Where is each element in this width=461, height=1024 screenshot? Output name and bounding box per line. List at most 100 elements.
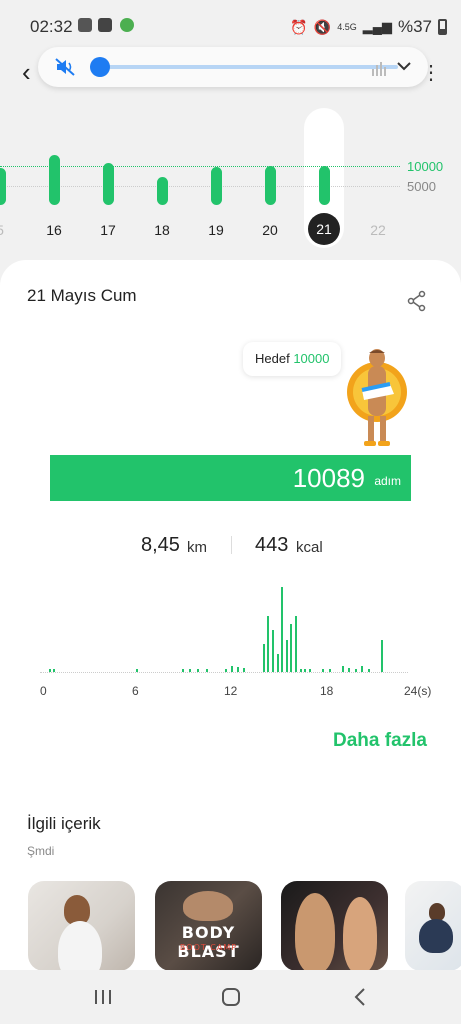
hour-axis-label: 0 bbox=[40, 684, 47, 698]
related-title: İlgili içerik bbox=[27, 814, 101, 833]
reference-line bbox=[0, 186, 400, 187]
chevron-down-icon[interactable] bbox=[396, 55, 414, 77]
kcal-unit: kcal bbox=[296, 539, 323, 556]
related-thumb-2[interactable]: BODY BLAST BOOT CAMP bbox=[155, 881, 262, 971]
hour-bar bbox=[304, 669, 307, 672]
hour-bar bbox=[360, 666, 363, 672]
steps-value: 10089 bbox=[292, 463, 365, 493]
status-time: 02:32 bbox=[30, 17, 73, 36]
mascot-illustration bbox=[347, 349, 407, 446]
hour-bar bbox=[271, 630, 274, 672]
signal-icon: ▂▄▆ bbox=[362, 19, 392, 34]
kcal-value: 443 bbox=[255, 534, 289, 556]
week-bar-21[interactable] bbox=[318, 165, 330, 205]
hour-bar bbox=[368, 669, 371, 672]
week-bar-18[interactable] bbox=[156, 176, 168, 205]
steps-progress-bar: 10089 adım bbox=[50, 455, 411, 501]
volume-panel[interactable] bbox=[38, 47, 428, 87]
hour-bar bbox=[135, 669, 138, 672]
hour-axis-label: 18 bbox=[320, 684, 334, 698]
day-label-20[interactable]: 20 bbox=[255, 222, 285, 238]
battery-text: %37 bbox=[397, 17, 432, 36]
related-thumb-1[interactable] bbox=[28, 881, 135, 971]
hour-bar bbox=[380, 640, 383, 672]
goal-bubble: Hedef 10000 bbox=[243, 342, 342, 376]
hour-bar bbox=[354, 669, 357, 672]
week-bar-20[interactable] bbox=[264, 166, 276, 205]
hour-bar bbox=[328, 669, 331, 672]
volume-slider-thumb[interactable] bbox=[90, 57, 110, 77]
week-bar-16[interactable] bbox=[48, 155, 60, 205]
goal-axis-label: 10000 bbox=[407, 159, 444, 174]
status-bar: 02:32 ⏰ 🔇 4.5G ▂▄▆ %37 bbox=[0, 0, 461, 52]
goal-line bbox=[0, 166, 400, 167]
hour-bar bbox=[53, 669, 56, 672]
network-label: 4.5G bbox=[337, 22, 357, 32]
hour-bar bbox=[48, 669, 51, 672]
steps-unit: adım bbox=[374, 474, 401, 488]
more-options-icon[interactable]: ⋮ bbox=[421, 60, 441, 85]
hour-bar bbox=[206, 669, 209, 672]
related-thumb-4[interactable] bbox=[405, 881, 461, 971]
related-subtitle: Şmdi bbox=[27, 844, 55, 858]
hour-bar bbox=[267, 616, 270, 672]
volume-slider-track[interactable] bbox=[98, 65, 398, 69]
hour-bar bbox=[276, 654, 279, 672]
week-bar-17[interactable] bbox=[102, 162, 114, 205]
reference-axis-label: 5000 bbox=[407, 179, 436, 194]
hour-bar bbox=[230, 666, 233, 672]
hour-bar bbox=[308, 669, 311, 672]
hour-axis-label: 24(s) bbox=[404, 684, 432, 698]
home-button[interactable] bbox=[218, 984, 244, 1010]
status-right: ⏰ 🔇 4.5G ▂▄▆ %37 bbox=[290, 17, 447, 37]
day-label-17[interactable]: 17 bbox=[93, 222, 123, 238]
daily-detail-card: 21 Mayıs Cum Hedef 10000 10089 adım 8,45… bbox=[0, 260, 461, 971]
more-link[interactable]: Daha fazla bbox=[333, 730, 427, 752]
notification-icon bbox=[78, 18, 92, 32]
weekly-steps-chart: 10000 5000 5 16 17 18 19 20 22 21 bbox=[0, 100, 461, 260]
date-title: 21 Mayıs Cum bbox=[27, 286, 137, 305]
hour-bar bbox=[236, 667, 239, 672]
thumb-2-subtitle: BOOT CAMP bbox=[179, 943, 238, 952]
home-app-icon bbox=[120, 18, 134, 32]
distance-value: 8,45 bbox=[141, 534, 180, 556]
back-nav-button[interactable] bbox=[348, 984, 374, 1010]
hour-bar bbox=[348, 668, 351, 672]
hour-bar bbox=[197, 669, 199, 672]
distance-unit: km bbox=[187, 539, 207, 556]
camera-notification-icon bbox=[98, 18, 112, 32]
hour-bar bbox=[290, 624, 293, 672]
hourly-baseline bbox=[40, 672, 408, 673]
goal-value: 10000 bbox=[293, 351, 330, 366]
goal-prefix: Hedef bbox=[255, 351, 290, 366]
selected-day-marker[interactable]: 21 bbox=[308, 213, 340, 245]
battery-icon bbox=[438, 19, 447, 35]
thumb-2-title: BODY BLAST bbox=[177, 923, 240, 961]
hour-axis-label: 12 bbox=[224, 684, 238, 698]
day-label-22[interactable]: 22 bbox=[363, 222, 393, 238]
day-label-16[interactable]: 16 bbox=[39, 222, 69, 238]
alarm-icon: ⏰ bbox=[290, 18, 308, 35]
hour-bar bbox=[322, 669, 325, 672]
hour-bar bbox=[342, 666, 345, 672]
mute-status-icon: 🔇 bbox=[313, 18, 332, 35]
share-icon[interactable] bbox=[406, 290, 428, 312]
hour-bar bbox=[281, 587, 284, 672]
day-label-18[interactable]: 18 bbox=[147, 222, 177, 238]
week-bar-5[interactable] bbox=[0, 167, 6, 205]
stats-row: 8,45 km 443 kcal bbox=[0, 532, 461, 560]
day-label-5[interactable]: 5 bbox=[0, 222, 15, 238]
hour-bar bbox=[224, 669, 227, 672]
recent-apps-button[interactable] bbox=[90, 984, 116, 1010]
stats-divider bbox=[231, 536, 232, 554]
day-label-19[interactable]: 19 bbox=[201, 222, 231, 238]
equalizer-icon[interactable] bbox=[371, 59, 389, 77]
hour-bar bbox=[262, 644, 265, 672]
hour-bar bbox=[294, 616, 297, 672]
week-bar-19[interactable] bbox=[210, 167, 222, 205]
related-thumb-3[interactable] bbox=[281, 881, 388, 971]
hour-axis-label: 6 bbox=[132, 684, 139, 698]
hourly-steps-chart: 0 6 12 18 24(s) bbox=[40, 580, 431, 698]
hour-bar bbox=[189, 669, 192, 672]
mute-icon[interactable] bbox=[54, 56, 76, 78]
